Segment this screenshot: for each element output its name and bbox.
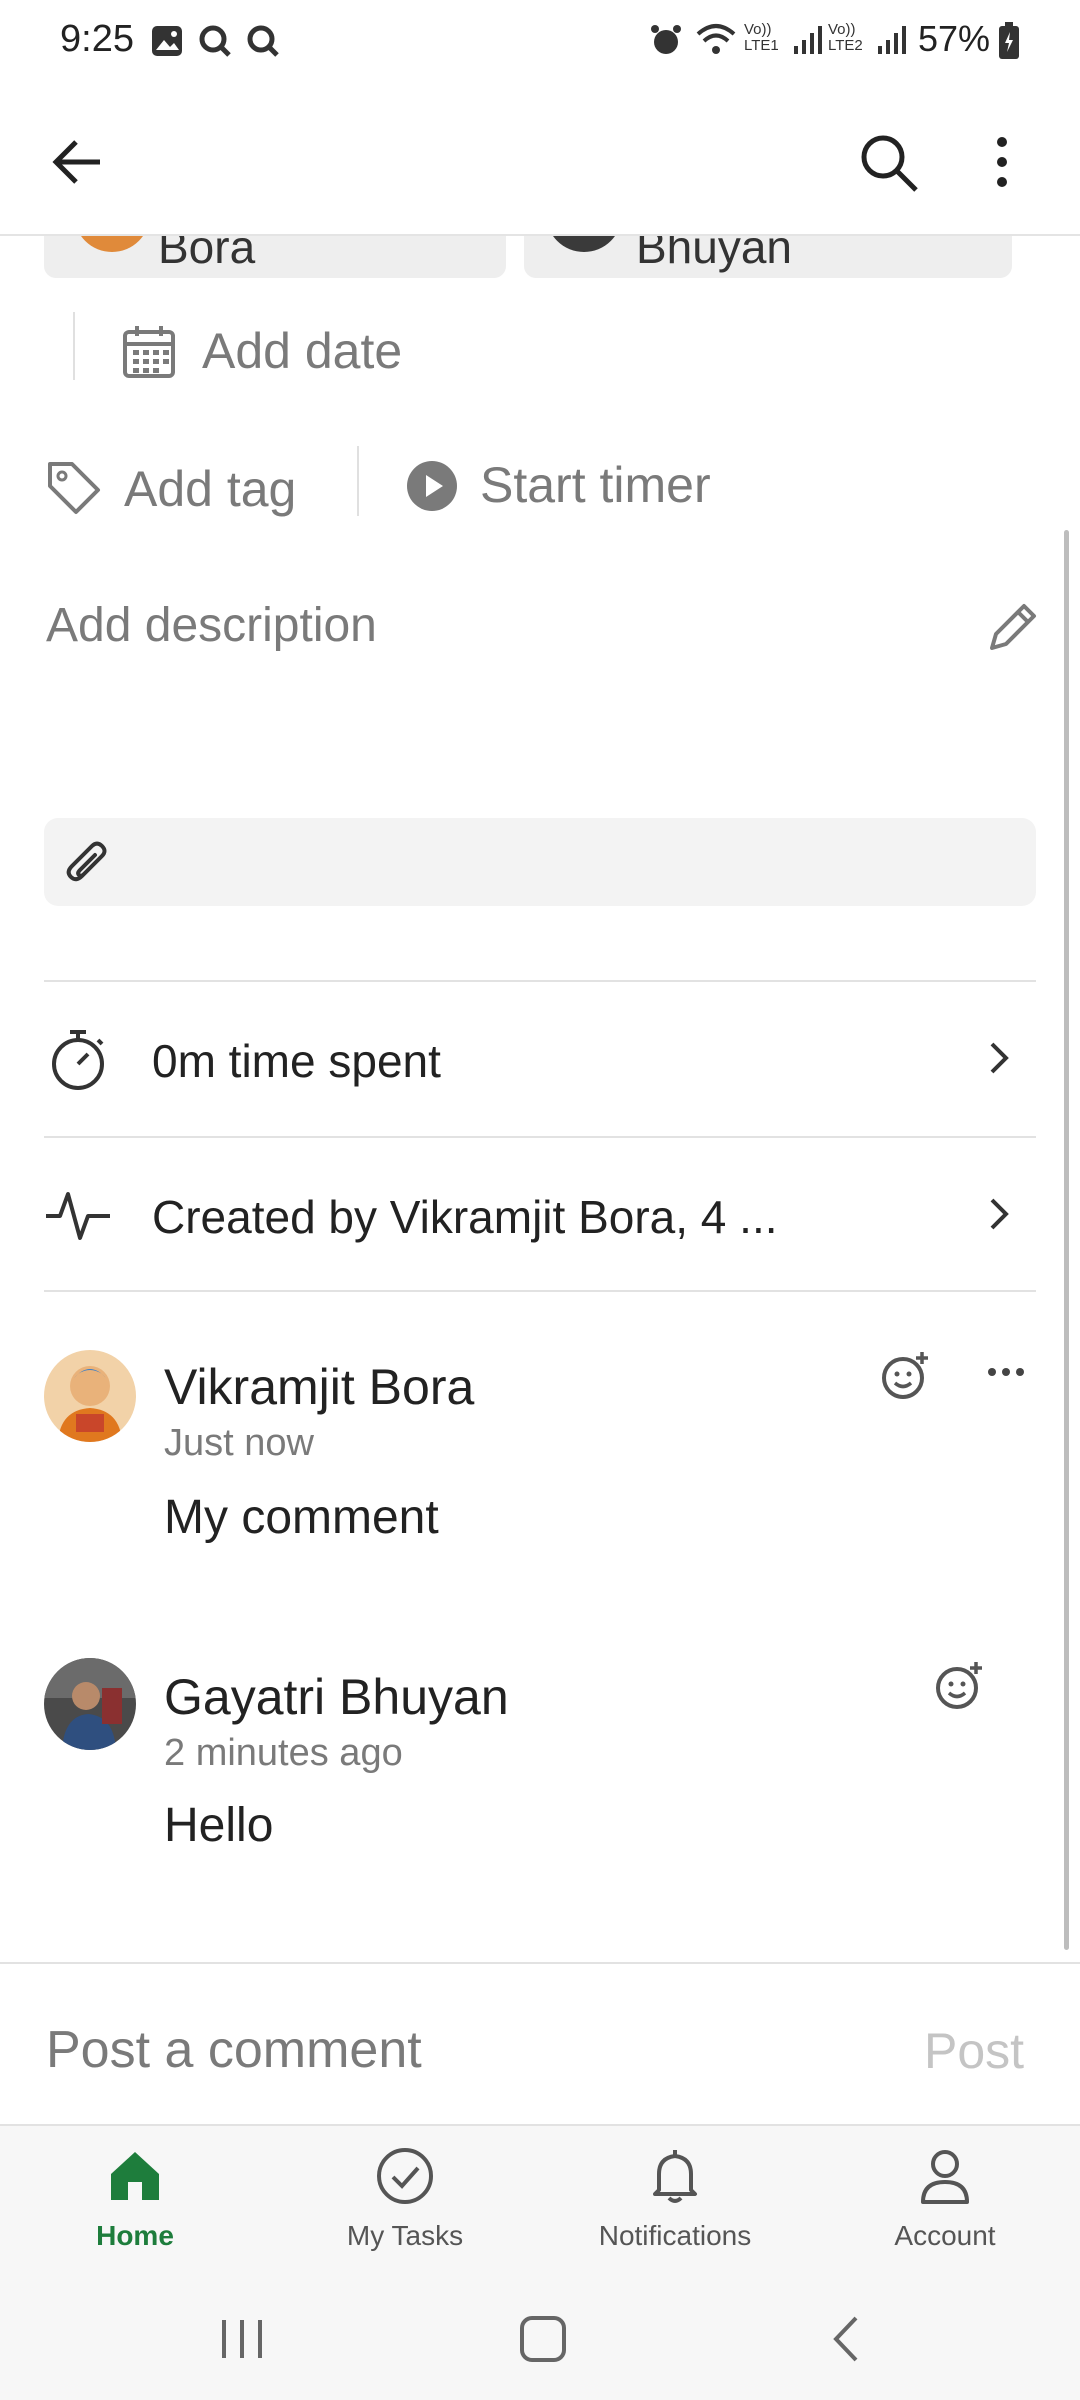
time-spent-label: 0m time spent (152, 1035, 441, 1087)
date-divider (73, 312, 75, 380)
start-timer-button[interactable]: Start timer (406, 446, 746, 522)
comment-item: Vikramjit Bora Just now My comment (44, 1340, 1044, 1580)
divider (44, 1290, 1036, 1292)
search-notification-icon (246, 24, 280, 58)
nav-account-label: Account (894, 2220, 996, 2251)
status-bar: 9:25 Vo)) LTE1 Vo)) LTE2 57% (0, 0, 1080, 80)
avatar (44, 1350, 136, 1442)
nav-home-label: Home (96, 2220, 174, 2251)
paperclip-icon (62, 836, 116, 890)
comment-author: Vikramjit Bora (164, 1359, 475, 1415)
bell-icon (645, 2146, 705, 2206)
comment-input[interactable]: Post a comment (46, 2020, 866, 2080)
gallery-notification-icon (150, 24, 184, 58)
add-date-label: Add date (202, 323, 403, 379)
check-circle-icon (375, 2146, 435, 2206)
system-navigation-bar (0, 2274, 1080, 2400)
assignee-name: Bhuyan (636, 236, 793, 273)
comment-item: Gayatri Bhuyan 2 minutes ago Hello (44, 1650, 1044, 1890)
comment-author: Gayatri Bhuyan (164, 1669, 509, 1725)
comment-timestamp: 2 minutes ago (164, 1732, 403, 1774)
comment-composer: Post a comment Post (0, 1962, 1080, 2124)
recent-apps-button[interactable] (214, 2314, 270, 2364)
chevron-right-icon (984, 1194, 1014, 1234)
back-button[interactable] (40, 124, 116, 200)
comment-timestamp: Just now (164, 1422, 314, 1464)
person-icon (915, 2146, 975, 2206)
play-circle-icon (406, 460, 458, 512)
back-system-button[interactable] (826, 2314, 866, 2364)
calendar-icon (120, 322, 178, 380)
add-reaction-icon[interactable] (880, 1350, 932, 1402)
search-button[interactable] (850, 124, 926, 200)
activity-row[interactable]: Created by Vikramjit Bora, 4 ... (44, 1138, 1036, 1290)
signal-bars-icon (876, 24, 906, 56)
add-date-button[interactable]: Add date (120, 316, 440, 386)
avatar (546, 236, 622, 252)
nav-my-tasks-label: My Tasks (346, 2220, 464, 2251)
arrow-left-icon (52, 140, 100, 184)
avatar (74, 236, 150, 252)
post-button[interactable]: Post (924, 2022, 1024, 2080)
add-reaction-icon[interactable] (934, 1660, 986, 1712)
nav-notifications-label: Notifications (598, 2220, 752, 2251)
status-time: 9:25 (60, 18, 134, 60)
chevron-right-icon (984, 1038, 1014, 1078)
battery-icon (998, 22, 1020, 60)
time-spent-row[interactable]: 0m time spent (44, 982, 1036, 1136)
home-system-button[interactable] (518, 2314, 568, 2364)
nav-account[interactable]: Account (810, 2126, 1080, 2276)
more-vertical-icon (997, 137, 1007, 187)
pencil-icon[interactable] (982, 598, 1042, 658)
avatar (44, 1658, 136, 1750)
activity-label: Created by Vikramjit Bora, 4 ... (152, 1191, 778, 1243)
nav-home[interactable]: Home (0, 2126, 270, 2276)
add-tag-button[interactable]: Add tag (44, 448, 334, 524)
start-timer-label: Start timer (480, 457, 711, 513)
add-tag-label: Add tag (124, 461, 297, 517)
description-placeholder: Add description (46, 599, 377, 652)
home-icon (105, 2146, 165, 2206)
assignee-name: Bora (158, 236, 256, 273)
attachment-box[interactable] (44, 818, 1036, 906)
assignee-chip[interactable]: Bora (44, 236, 506, 278)
comment-text: My comment (164, 1491, 439, 1544)
signal-bars-icon (792, 24, 822, 56)
scrollbar[interactable] (1064, 530, 1069, 1950)
signal-lte2-icon: Vo)) LTE2 (828, 21, 863, 54)
bottom-navigation: Home My Tasks Notifications Account (0, 2124, 1080, 2274)
activity-pulse-icon (44, 1186, 112, 1246)
more-options-button[interactable] (964, 124, 1040, 200)
stopwatch-icon (48, 1028, 108, 1092)
nav-my-tasks[interactable]: My Tasks (270, 2126, 540, 2276)
alarm-icon (648, 22, 684, 58)
comment-text: Hello (164, 1799, 274, 1852)
action-divider (357, 446, 359, 516)
app-bar (0, 80, 1080, 236)
tag-icon (44, 458, 104, 518)
more-horizontal-icon[interactable] (984, 1360, 1028, 1384)
assignee-chip[interactable]: Bhuyan (524, 236, 1012, 278)
search-icon (861, 135, 918, 192)
wifi-icon (694, 20, 738, 60)
battery-percentage: 57% (918, 18, 991, 59)
signal-lte1-icon: Vo)) LTE1 (744, 21, 779, 54)
description-field[interactable]: Add description (44, 590, 1044, 670)
nav-notifications[interactable]: Notifications (540, 2126, 810, 2276)
search-notification-icon (198, 24, 232, 58)
